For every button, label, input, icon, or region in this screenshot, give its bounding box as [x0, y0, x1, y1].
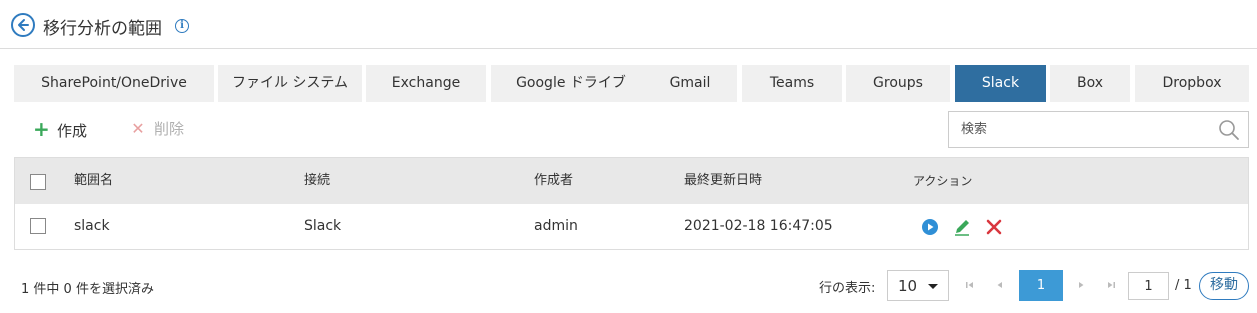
plus-icon: + — [33, 117, 50, 141]
tab-box[interactable]: Box — [1050, 65, 1130, 102]
tab-gmail[interactable]: Gmail — [643, 65, 737, 102]
row-creator: admin — [534, 218, 578, 234]
page-title: 移行分析の範囲 — [43, 19, 162, 39]
table-header: 範囲名 接続 作成者 最終更新日時 アクション — [15, 158, 1248, 204]
selection-count: 1 件中 0 件を選択済み — [21, 282, 154, 297]
rows-per-page-label: 行の表示: — [819, 281, 876, 296]
last-page-icon[interactable] — [1104, 277, 1118, 293]
row-checkbox[interactable] — [30, 218, 46, 234]
header-scope-name[interactable]: 範囲名 — [74, 158, 113, 204]
search-box — [948, 111, 1249, 148]
next-page-icon[interactable] — [1074, 277, 1088, 293]
delete-button[interactable]: ✕ 削除 — [130, 118, 184, 140]
scope-table: 範囲名 接続 作成者 最終更新日時 アクション slack Slack admi… — [14, 157, 1249, 250]
delete-x-icon[interactable] — [985, 218, 1003, 236]
tab-google-drive[interactable]: Google ドライブ — [491, 65, 651, 102]
info-icon[interactable]: i — [175, 19, 189, 33]
go-button[interactable]: 移動 — [1199, 272, 1249, 300]
tab-file-system[interactable]: ファイル システム — [218, 65, 362, 102]
header-last-modified[interactable]: 最終更新日時 — [684, 158, 762, 204]
page-header: 移行分析の範囲 i — [0, 0, 1257, 49]
rows-per-page-select[interactable]: 10 — [887, 270, 949, 301]
play-icon[interactable] — [921, 218, 939, 236]
delete-label: 削除 — [154, 120, 185, 138]
tab-slack[interactable]: Slack — [955, 65, 1046, 102]
caret-down-icon — [928, 284, 938, 289]
header-connection[interactable]: 接続 — [304, 158, 330, 204]
row-last-modified: 2021-02-18 16:47:05 — [684, 218, 833, 234]
rows-per-page-value: 10 — [898, 277, 918, 295]
create-button[interactable]: + 作成 — [33, 118, 87, 140]
first-page-icon[interactable] — [963, 277, 977, 293]
create-label: 作成 — [57, 122, 88, 140]
header-actions: アクション — [913, 174, 973, 188]
page-total: / 1 — [1175, 278, 1192, 293]
row-connection: Slack — [304, 218, 342, 234]
header-creator[interactable]: 作成者 — [534, 158, 573, 204]
close-x-icon: ✕ — [131, 119, 145, 138]
back-arrow-icon[interactable] — [11, 13, 35, 37]
search-input[interactable] — [949, 112, 1209, 147]
current-page-button[interactable]: 1 — [1019, 270, 1063, 301]
tab-dropbox[interactable]: Dropbox — [1135, 65, 1249, 102]
prev-page-icon[interactable] — [993, 277, 1007, 293]
edit-pencil-icon[interactable] — [953, 218, 971, 236]
tab-teams[interactable]: Teams — [742, 65, 842, 102]
table-row[interactable]: slack Slack admin 2021-02-18 16:47:05 — [15, 204, 1248, 249]
tab-sharepoint-onedrive[interactable]: SharePoint/OneDrive — [14, 65, 214, 102]
page-number-input[interactable] — [1128, 272, 1169, 300]
select-all-checkbox[interactable] — [30, 174, 46, 190]
tab-exchange[interactable]: Exchange — [366, 65, 486, 102]
tab-groups[interactable]: Groups — [846, 65, 950, 102]
search-icon[interactable] — [1218, 119, 1240, 141]
row-scope-name: slack — [74, 218, 110, 234]
